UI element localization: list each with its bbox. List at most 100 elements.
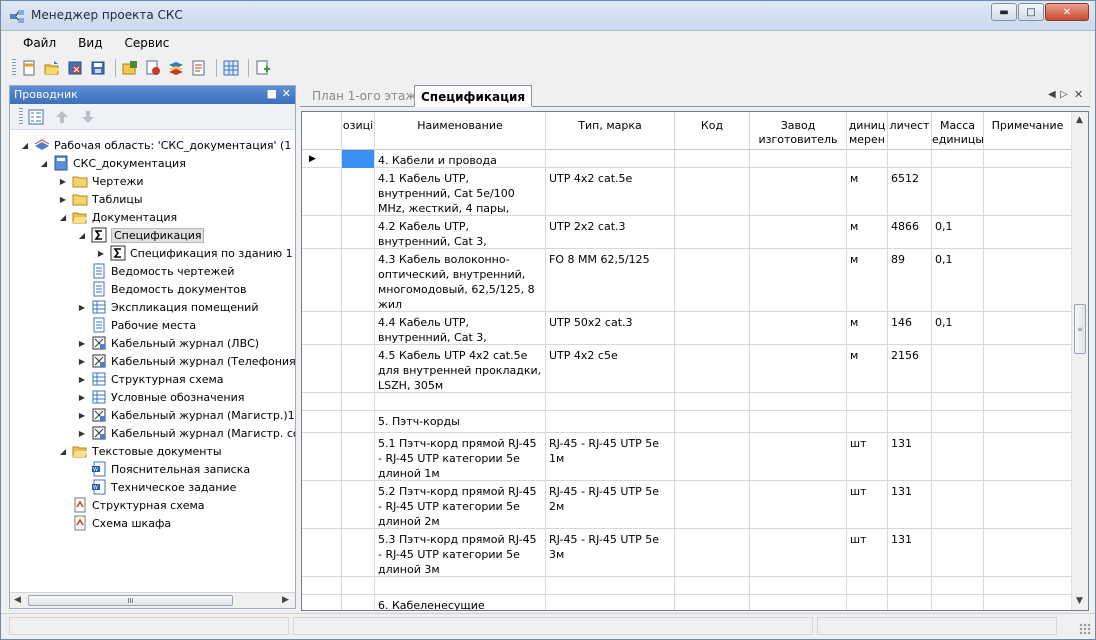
table-cell[interactable] xyxy=(847,595,888,610)
row-indicator[interactable] xyxy=(302,393,342,411)
table-cell[interactable] xyxy=(932,577,984,595)
table-cell[interactable] xyxy=(750,433,847,481)
tree-node[interactable]: W Техническое задание xyxy=(77,478,236,496)
table-cell[interactable]: 0,1 xyxy=(932,249,984,312)
column-header[interactable]: личест xyxy=(888,112,932,150)
tab-floor-plan[interactable]: План 1-ого этажа xyxy=(306,85,430,107)
row-indicator[interactable] xyxy=(302,168,342,216)
table-cell[interactable] xyxy=(984,529,1072,577)
table-cell[interactable] xyxy=(750,529,847,577)
title-bar[interactable]: Менеджер проекта СКС ▬ □ ✕ xyxy=(1,1,1095,31)
table-row[interactable]: 6. Кабеленесущие xyxy=(302,595,1072,610)
row-indicator[interactable] xyxy=(302,481,342,529)
table-cell[interactable] xyxy=(342,595,375,610)
tree-node[interactable]: ◢ Текстовые документы xyxy=(58,442,222,460)
table-cell[interactable] xyxy=(342,150,375,168)
table-cell[interactable] xyxy=(932,529,984,577)
table-cell[interactable] xyxy=(984,168,1072,216)
table-row[interactable] xyxy=(302,577,1072,595)
expand-icon[interactable]: ▶ xyxy=(77,339,87,348)
table-cell[interactable] xyxy=(675,312,750,345)
table-cell[interactable] xyxy=(675,249,750,312)
open-button[interactable] xyxy=(42,58,62,78)
table-cell[interactable] xyxy=(546,577,675,595)
export-button[interactable] xyxy=(253,58,273,78)
table-cell[interactable]: 4.5 Кабель UTP 4x2 cat.5e для внутренней… xyxy=(375,345,546,393)
tab-prev-icon[interactable]: ◀ xyxy=(1048,89,1056,100)
scrollbar-thumb[interactable]: III xyxy=(28,595,233,606)
tree-node[interactable]: ▶ Структурная схема xyxy=(77,370,224,388)
table-row[interactable]: 4.3 Кабель волоконно-оптический, внутрен… xyxy=(302,249,1072,312)
tab-close-icon[interactable]: ✕ xyxy=(1074,88,1083,101)
table-row[interactable]: 5.2 Пэтч-корд прямой RJ-45 - RJ-45 UTP к… xyxy=(302,481,1072,529)
table-cell[interactable]: 4.1 Кабель UTP, внутренний, Cat 5e/100 M… xyxy=(375,168,546,216)
collapse-icon[interactable]: ◢ xyxy=(20,141,30,150)
table-cell[interactable] xyxy=(342,481,375,529)
row-indicator[interactable] xyxy=(302,312,342,345)
tree-view-button[interactable] xyxy=(26,107,46,127)
table-cell[interactable] xyxy=(750,345,847,393)
table-cell[interactable] xyxy=(984,393,1072,411)
table-cell[interactable] xyxy=(342,433,375,481)
table-cell[interactable] xyxy=(984,411,1072,433)
table-cell[interactable] xyxy=(750,216,847,249)
move-up-button[interactable] xyxy=(52,107,72,127)
table-cell[interactable]: м xyxy=(847,249,888,312)
table-cell[interactable]: 2156 xyxy=(888,345,932,393)
table-cell[interactable] xyxy=(888,150,932,168)
table-cell[interactable]: шт xyxy=(847,433,888,481)
table-cell[interactable] xyxy=(750,312,847,345)
table-cell[interactable]: 131 xyxy=(888,481,932,529)
table-cell[interactable] xyxy=(675,393,750,411)
tree-node[interactable]: ◢ СКС_документация xyxy=(39,154,186,172)
table-cell[interactable]: 4.3 Кабель волоконно-оптический, внутрен… xyxy=(375,249,546,312)
tree-node[interactable]: ▶ Чертежи xyxy=(58,172,144,190)
table-cell[interactable] xyxy=(932,411,984,433)
expand-icon[interactable]: ▶ xyxy=(58,177,68,186)
menu-item-1[interactable]: Вид xyxy=(64,33,110,53)
column-header[interactable]: диниц мерен xyxy=(847,112,888,150)
table-cell[interactable] xyxy=(932,481,984,529)
table-cell[interactable] xyxy=(750,411,847,433)
toolbar-grip[interactable] xyxy=(19,107,23,126)
row-indicator[interactable] xyxy=(302,595,342,610)
table-cell[interactable] xyxy=(342,312,375,345)
table-cell[interactable]: UTP 2x2 cat.3 xyxy=(546,216,675,249)
table-cell[interactable] xyxy=(984,481,1072,529)
table-cell[interactable]: 5. Пэтч-корды xyxy=(375,411,546,433)
table-cell[interactable] xyxy=(750,168,847,216)
expand-icon[interactable]: ▶ xyxy=(77,357,87,366)
table-cell[interactable] xyxy=(675,216,750,249)
row-indicator[interactable] xyxy=(302,433,342,481)
tree-node[interactable]: ▶ Кабельный журнал (Магистр. сое xyxy=(77,424,295,442)
table-cell[interactable] xyxy=(932,393,984,411)
table-cell[interactable]: 5.3 Пэтч-корд прямой RJ-45 - RJ-45 UTP к… xyxy=(375,529,546,577)
report-button[interactable] xyxy=(189,58,209,78)
collapse-icon[interactable]: ◢ xyxy=(58,213,68,222)
table-cell[interactable] xyxy=(546,411,675,433)
table-cell[interactable] xyxy=(546,393,675,411)
table-cell[interactable] xyxy=(675,411,750,433)
table-cell[interactable] xyxy=(847,577,888,595)
table-cell[interactable] xyxy=(888,411,932,433)
table-row[interactable]: 4.5 Кабель UTP 4x2 cat.5e для внутренней… xyxy=(302,345,1072,393)
explorer-horizontal-scrollbar[interactable]: ◀ III ▶ xyxy=(10,592,295,608)
table-cell[interactable] xyxy=(847,150,888,168)
table-cell[interactable] xyxy=(932,150,984,168)
table-cell[interactable] xyxy=(750,577,847,595)
close-doc-button[interactable] xyxy=(65,58,85,78)
table-cell[interactable]: 131 xyxy=(888,433,932,481)
table-cell[interactable] xyxy=(888,595,932,610)
table-cell[interactable]: 146 xyxy=(888,312,932,345)
row-indicator[interactable] xyxy=(302,345,342,393)
table-cell[interactable] xyxy=(932,433,984,481)
table-cell[interactable] xyxy=(342,168,375,216)
table-cell[interactable]: UTP 4x2 c5e xyxy=(546,345,675,393)
save-button[interactable] xyxy=(88,58,108,78)
resize-grip[interactable] xyxy=(1079,623,1091,635)
collapse-icon[interactable]: ◢ xyxy=(39,159,49,168)
table-cell[interactable] xyxy=(984,150,1072,168)
menu-item-2[interactable]: Сервис xyxy=(110,33,177,53)
column-header[interactable]: Наименование xyxy=(375,112,546,150)
table-cell[interactable]: м xyxy=(847,168,888,216)
